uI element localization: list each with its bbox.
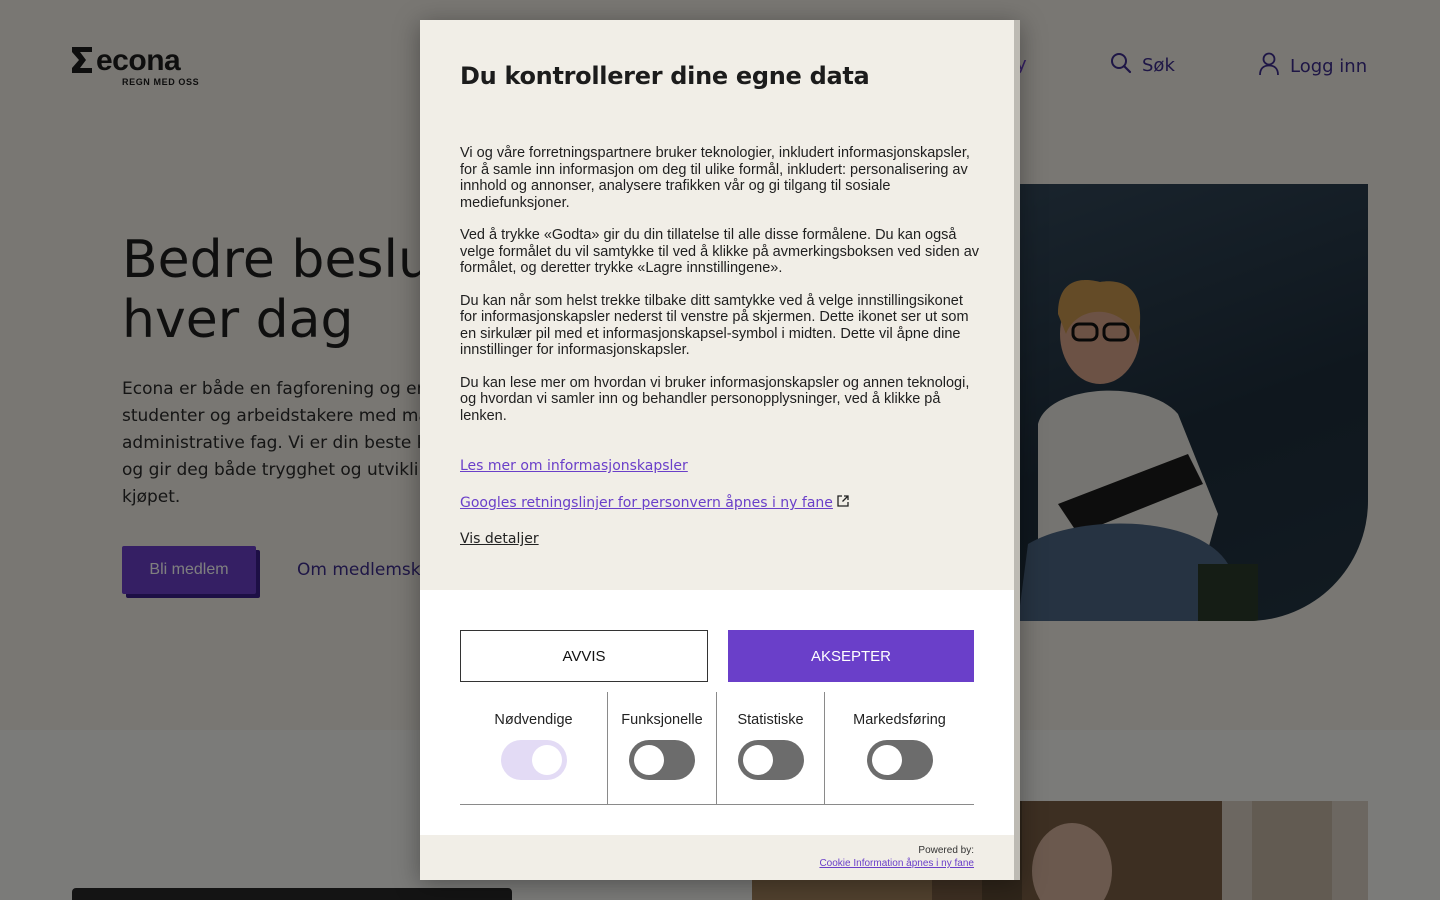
toggle-statistics: Statistiske [717, 692, 825, 804]
google-privacy-link[interactable]: Googles retningslinjer for personvern åp… [460, 495, 849, 511]
dialog-paragraph: Du kan lese mer om hvordan vi bruker inf… [460, 374, 970, 424]
toggle-label: Markedsføring [853, 712, 946, 728]
marketing-switch[interactable] [866, 740, 933, 780]
necessary-switch[interactable] [500, 740, 567, 780]
dialog-title: Du kontrollerer dine egne data [460, 62, 870, 90]
switch-knob [871, 745, 902, 775]
dialog-paragraph: Du kan når som helst trekke tilbake ditt… [460, 292, 969, 359]
powered-by-label: Powered by: [918, 845, 974, 856]
cookie-consent-dialog: Du kontrollerer dine egne data Vi og vår… [420, 20, 1020, 880]
toggle-label: Nødvendige [494, 712, 573, 728]
toggle-label: Statistiske [737, 712, 804, 728]
switch-knob [634, 745, 664, 775]
consent-actions: AVVIS AKSEPTER Nødvendige Funksjonelle S… [420, 590, 1014, 835]
dialog-scrollbar[interactable] [1014, 20, 1020, 880]
external-link-icon [837, 495, 849, 511]
dialog-footer: Powered by: Cookie Information åpnes i n… [420, 835, 1014, 880]
cookie-info-link[interactable]: Les mer om informasjonskapsler [460, 458, 688, 474]
statistics-switch[interactable] [737, 740, 804, 780]
show-details-link[interactable]: Vis detaljer [460, 531, 539, 547]
toggle-necessary: Nødvendige [460, 692, 608, 804]
toggle-marketing: Markedsføring [825, 692, 974, 804]
consent-toggles: Nødvendige Funksjonelle Statistiske Mark… [460, 692, 974, 805]
google-privacy-link-label: Googles retningslinjer for personvern åp… [460, 495, 833, 511]
reject-button[interactable]: AVVIS [460, 630, 708, 682]
dialog-paragraph: Ved å trykke «Godta» gir du din tillatel… [460, 227, 980, 276]
cookie-information-link[interactable]: Cookie Information åpnes i ny fane [819, 858, 974, 869]
functional-switch[interactable] [629, 740, 695, 780]
dialog-scrollbar-thumb[interactable] [1014, 20, 1020, 880]
toggle-functional: Funksjonelle [608, 692, 717, 804]
toggle-label: Funksjonelle [621, 712, 703, 728]
switch-knob [531, 745, 562, 775]
switch-knob [742, 745, 773, 775]
dialog-paragraph: Vi og våre forretningspartnere bruker te… [460, 145, 970, 211]
accept-button[interactable]: AKSEPTER [728, 630, 974, 682]
dialog-body: Vi og våre forretningspartnere bruker te… [460, 145, 980, 440]
